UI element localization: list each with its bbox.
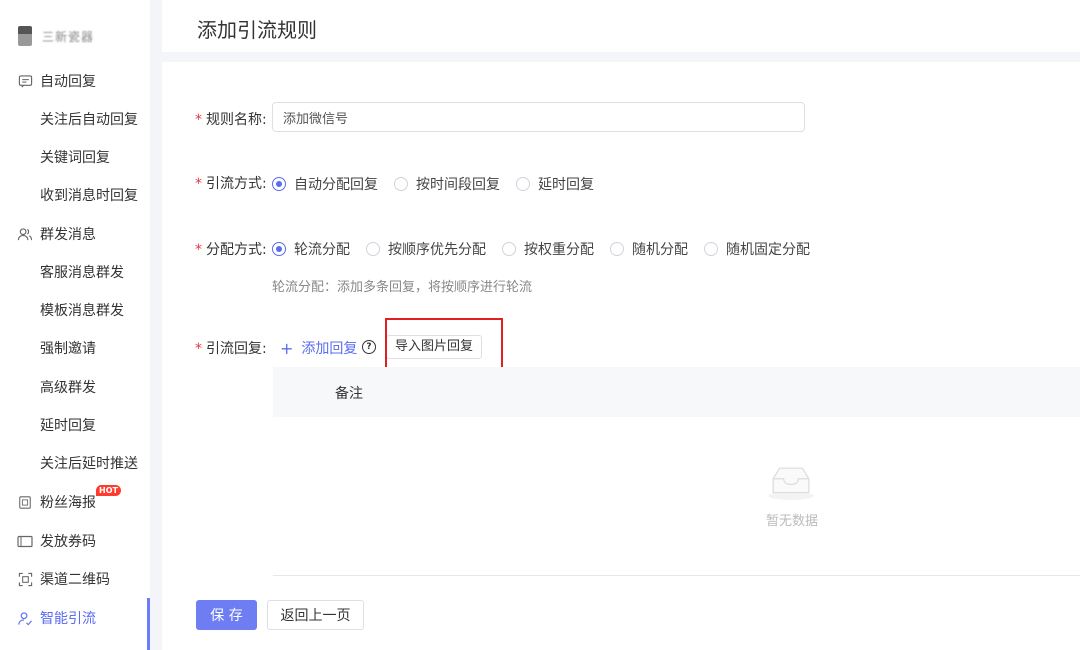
sidebar-item-label: 关键词回复 xyxy=(40,150,110,166)
column-header-note: 备注 xyxy=(335,386,363,402)
sidebar-item-service-mass[interactable]: 客服消息群发 xyxy=(0,257,150,287)
account-info[interactable]: 三新瓷器 xyxy=(18,24,94,48)
sidebar-item-label: 模板消息群发 xyxy=(40,303,124,319)
sidebar-item-advanced-mass[interactable]: 高级群发 xyxy=(0,372,150,402)
distribution-label-text: 分配方式: xyxy=(206,242,267,258)
empty-box-icon xyxy=(768,467,814,500)
radio-checked-icon xyxy=(272,177,286,191)
sidebar-item-auto-reply[interactable]: 自动回复 xyxy=(0,66,150,96)
distribution-radio-group: 轮流分配 按顺序优先分配 按权重分配 随机分配 随机固定分配 xyxy=(272,239,826,259)
radio-label: 延时回复 xyxy=(538,177,594,193)
empty-text: 暂无数据 xyxy=(766,514,819,529)
radio-label: 按权重分配 xyxy=(524,242,594,258)
radio-label: 随机分配 xyxy=(632,242,688,258)
radio-delay-reply[interactable]: 延时回复 xyxy=(516,174,594,194)
add-reply-label: 添加回复 xyxy=(301,341,358,357)
radio-weighted[interactable]: 按权重分配 xyxy=(502,239,594,259)
hot-badge: HOT xyxy=(96,485,121,496)
poster-icon xyxy=(17,494,33,510)
radio-label: 轮流分配 xyxy=(294,242,350,258)
sidebar-item-label: 群发消息 xyxy=(40,227,96,243)
sidebar-item-smart-flow[interactable]: 智能引流 xyxy=(0,603,150,633)
radio-unchecked-icon xyxy=(610,242,624,256)
sidebar-item-label: 高级群发 xyxy=(40,380,96,396)
active-indicator xyxy=(147,598,150,650)
sidebar-item-label: 关注后自动回复 xyxy=(40,112,138,128)
user-flow-icon xyxy=(17,610,33,626)
radio-unchecked-icon xyxy=(516,177,530,191)
rule-name-label-text: 规则名称: xyxy=(206,112,267,128)
radio-label: 按时间段回复 xyxy=(416,177,500,193)
required-mark: * xyxy=(195,242,202,258)
sidebar-item-label: 粉丝海报 xyxy=(40,495,96,511)
radio-random-fixed[interactable]: 随机固定分配 xyxy=(704,239,810,259)
sidebar-item-force-invite[interactable]: 强制邀请 xyxy=(0,333,150,363)
required-mark: * xyxy=(195,341,202,357)
method-label-text: 引流方式: xyxy=(206,176,267,192)
qrcode-icon xyxy=(17,571,33,587)
sidebar-item-delay-push[interactable]: 关注后延时推送 xyxy=(0,448,150,478)
sidebar: 三新瓷器 自动回复 关注后自动回复 关键词回复 收到消息时回复 群发消息 客服消… xyxy=(0,0,150,650)
reply-label-text: 引流回复: xyxy=(206,341,267,357)
rule-name-input[interactable] xyxy=(272,102,805,132)
plus-icon: + xyxy=(280,338,294,358)
radio-auto-assign[interactable]: 自动分配回复 xyxy=(272,174,378,194)
sidebar-item-channel-qrcode[interactable]: 渠道二维码 xyxy=(0,564,150,594)
form-panel: *规则名称: *引流方式: 自动分配回复 按时间段回复 延时回复 *分配方式: … xyxy=(162,62,1080,650)
sidebar-item-message-reply[interactable]: 收到消息时回复 xyxy=(0,180,150,210)
radio-unchecked-icon xyxy=(704,242,718,256)
reply-label: * 引流回复: xyxy=(195,338,267,358)
radio-unchecked-icon xyxy=(366,242,380,256)
sidebar-item-label: 关注后延时推送 xyxy=(40,456,138,472)
method-label: * 引流方式: xyxy=(195,173,267,193)
sidebar-item-label: 渠道二维码 xyxy=(40,572,110,588)
avatar xyxy=(18,26,32,46)
method-radio-group: 自动分配回复 按时间段回复 延时回复 xyxy=(272,174,610,194)
sidebar-item-coupon[interactable]: 发放券码 xyxy=(0,526,150,556)
save-button[interactable]: 保 存 xyxy=(196,600,257,630)
add-reply-link[interactable]: + 添加回复 xyxy=(280,338,357,358)
radio-round-robin[interactable]: 轮流分配 xyxy=(272,239,350,259)
radio-random[interactable]: 随机分配 xyxy=(610,239,688,259)
radio-label: 自动分配回复 xyxy=(294,177,378,193)
sidebar-item-label: 强制邀请 xyxy=(40,341,96,357)
distribution-label: * 分配方式: xyxy=(195,239,267,259)
required-mark: * xyxy=(195,112,202,128)
radio-label: 按顺序优先分配 xyxy=(388,242,486,258)
sidebar-item-follow-auto-reply[interactable]: 关注后自动回复 xyxy=(0,104,150,134)
distribution-hint: 轮流分配：添加多条回复，将按顺序进行轮流 xyxy=(272,280,533,295)
reply-table-header: 备注 xyxy=(273,367,1080,417)
page-title: 添加引流规则 xyxy=(197,18,317,42)
help-icon[interactable]: ? xyxy=(362,340,376,354)
coupon-icon xyxy=(17,533,33,549)
radio-label: 随机固定分配 xyxy=(726,242,810,258)
sidebar-item-mass-message[interactable]: 群发消息 xyxy=(0,219,150,249)
radio-unchecked-icon xyxy=(502,242,516,256)
sidebar-item-delay-reply[interactable]: 延时回复 xyxy=(0,410,150,440)
required-mark: * xyxy=(195,176,202,192)
reply-table-body: 暂无数据 xyxy=(273,417,1080,576)
sidebar-item-label: 收到消息时回复 xyxy=(40,188,138,204)
sidebar-item-label: 客服消息群发 xyxy=(40,265,124,281)
sidebar-item-keyword-reply[interactable]: 关键词回复 xyxy=(0,142,150,172)
sidebar-item-fan-poster[interactable]: 粉丝海报 HOT xyxy=(0,485,150,517)
sidebar-item-label: 智能引流 xyxy=(40,611,96,627)
sidebar-item-label: 延时回复 xyxy=(40,418,96,434)
sidebar-item-label: 自动回复 xyxy=(40,74,96,90)
message-icon xyxy=(17,73,33,89)
rule-name-label: * 规则名称: xyxy=(195,109,267,129)
back-button[interactable]: 返回上一页 xyxy=(267,600,364,630)
page-header: 添加引流规则 xyxy=(162,0,1080,52)
users-icon xyxy=(17,226,33,242)
radio-unchecked-icon xyxy=(394,177,408,191)
account-name: 三新瓷器 xyxy=(42,29,95,44)
radio-checked-icon xyxy=(272,242,286,256)
radio-time-period[interactable]: 按时间段回复 xyxy=(394,174,500,194)
sidebar-item-template-mass[interactable]: 模板消息群发 xyxy=(0,295,150,325)
sidebar-item-label: 发放券码 xyxy=(40,534,96,550)
radio-order-priority[interactable]: 按顺序优先分配 xyxy=(366,239,486,259)
